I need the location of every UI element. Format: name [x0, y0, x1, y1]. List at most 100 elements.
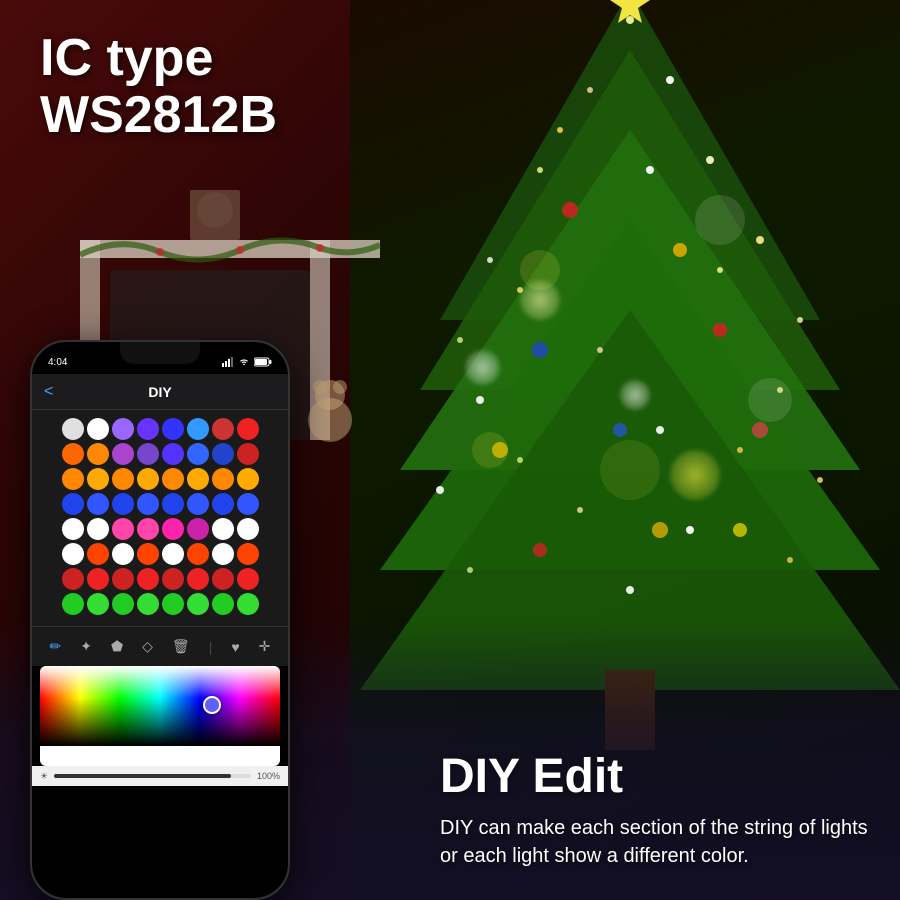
- dot-6-7[interactable]: [237, 568, 259, 590]
- nav-back-button[interactable]: <: [44, 383, 53, 401]
- pencil-tool[interactable]: ✏: [50, 638, 62, 655]
- dot-5-4[interactable]: [162, 543, 184, 565]
- dot-3-3[interactable]: [137, 493, 159, 515]
- bokeh-light-1: [520, 280, 560, 320]
- diy-description: DIY can make each section of the string …: [440, 814, 870, 870]
- color-picker[interactable]: [40, 666, 280, 766]
- dot-5-5[interactable]: [187, 543, 209, 565]
- dot-4-3[interactable]: [137, 518, 159, 540]
- dot-2-3[interactable]: [137, 468, 159, 490]
- dot-6-3[interactable]: [137, 568, 159, 590]
- dot-0-7[interactable]: [237, 418, 259, 440]
- dot-7-0[interactable]: [62, 593, 84, 615]
- brightness-slider[interactable]: [54, 774, 251, 778]
- dot-3-1[interactable]: [87, 493, 109, 515]
- fill-tool[interactable]: ⬟: [111, 638, 123, 655]
- dot-6-2[interactable]: [112, 568, 134, 590]
- dot-5-7[interactable]: [237, 543, 259, 565]
- bokeh-light-2: [620, 380, 650, 410]
- dot-7-7[interactable]: [237, 593, 259, 615]
- dot-7-4[interactable]: [162, 593, 184, 615]
- dot-row-0: [40, 418, 280, 440]
- color-dots-grid[interactable]: [32, 410, 288, 626]
- dot-2-5[interactable]: [187, 468, 209, 490]
- brightness-value: 100%: [257, 771, 280, 781]
- delete-tool[interactable]: 🗑: [172, 638, 190, 655]
- dot-3-6[interactable]: [212, 493, 234, 515]
- dot-4-4[interactable]: [162, 518, 184, 540]
- bokeh-light-4: [465, 350, 500, 385]
- dot-row-2: [40, 468, 280, 490]
- dot-6-5[interactable]: [187, 568, 209, 590]
- dot-row-4: [40, 518, 280, 540]
- dot-2-2[interactable]: [112, 468, 134, 490]
- dot-1-0[interactable]: [62, 443, 84, 465]
- bokeh-light-3: [670, 450, 720, 500]
- dot-4-0[interactable]: [62, 518, 84, 540]
- dot-0-3[interactable]: [137, 418, 159, 440]
- dot-4-6[interactable]: [212, 518, 234, 540]
- dot-1-1[interactable]: [87, 443, 109, 465]
- dot-3-0[interactable]: [62, 493, 84, 515]
- dot-0-5[interactable]: [187, 418, 209, 440]
- dot-0-2[interactable]: [112, 418, 134, 440]
- dot-2-0[interactable]: [62, 468, 84, 490]
- dot-6-1[interactable]: [87, 568, 109, 590]
- dot-7-6[interactable]: [212, 593, 234, 615]
- dot-1-5[interactable]: [187, 443, 209, 465]
- phone-notch: [120, 342, 200, 364]
- dot-4-7[interactable]: [237, 518, 259, 540]
- heart-tool[interactable]: ♥: [231, 639, 239, 655]
- dot-0-4[interactable]: [162, 418, 184, 440]
- dot-6-4[interactable]: [162, 568, 184, 590]
- dot-4-2[interactable]: [112, 518, 134, 540]
- phone-mockup: 4:04: [30, 340, 290, 900]
- battery-icon: [254, 357, 272, 367]
- dot-4-1[interactable]: [87, 518, 109, 540]
- divider: |: [209, 639, 213, 655]
- move-tool[interactable]: ✛: [259, 638, 271, 655]
- signal-icon: [222, 357, 234, 367]
- eraser-tool[interactable]: ◇: [142, 638, 153, 655]
- sparkle-tool[interactable]: ✦: [80, 638, 92, 655]
- dot-5-1[interactable]: [87, 543, 109, 565]
- dot-5-2[interactable]: [112, 543, 134, 565]
- dot-1-4[interactable]: [162, 443, 184, 465]
- dot-6-6[interactable]: [212, 568, 234, 590]
- diy-title: DIY Edit: [440, 749, 870, 804]
- dot-row-3: [40, 493, 280, 515]
- dot-5-6[interactable]: [212, 543, 234, 565]
- dot-7-1[interactable]: [87, 593, 109, 615]
- dot-0-0[interactable]: [62, 418, 84, 440]
- dot-1-7[interactable]: [237, 443, 259, 465]
- dot-3-5[interactable]: [187, 493, 209, 515]
- dot-1-2[interactable]: [112, 443, 134, 465]
- dot-7-2[interactable]: [112, 593, 134, 615]
- dot-2-1[interactable]: [87, 468, 109, 490]
- dot-0-1[interactable]: [87, 418, 109, 440]
- dot-3-4[interactable]: [162, 493, 184, 515]
- dot-5-0[interactable]: [62, 543, 84, 565]
- dot-1-3[interactable]: [137, 443, 159, 465]
- dot-2-7[interactable]: [237, 468, 259, 490]
- phone-shell: 4:04: [30, 340, 290, 900]
- diy-section: DIY Edit DIY can make each section of th…: [440, 749, 870, 870]
- dot-0-6[interactable]: [212, 418, 234, 440]
- phone-screen: 4:04: [32, 342, 288, 898]
- brightness-icon: ☀: [40, 771, 48, 782]
- dot-4-5[interactable]: [187, 518, 209, 540]
- dot-3-7[interactable]: [237, 493, 259, 515]
- dot-6-0[interactable]: [62, 568, 84, 590]
- ic-model-label: WS2812B: [40, 87, 277, 144]
- phone-nav-bar: < DIY: [32, 374, 288, 410]
- dot-2-4[interactable]: [162, 468, 184, 490]
- dot-1-6[interactable]: [212, 443, 234, 465]
- dot-3-2[interactable]: [112, 493, 134, 515]
- dot-row-6: [40, 568, 280, 590]
- dot-5-3[interactable]: [137, 543, 159, 565]
- dot-2-6[interactable]: [212, 468, 234, 490]
- nav-title: DIY: [148, 384, 171, 400]
- dot-7-3[interactable]: [137, 593, 159, 615]
- color-gradient[interactable]: [40, 666, 280, 746]
- dot-7-5[interactable]: [187, 593, 209, 615]
